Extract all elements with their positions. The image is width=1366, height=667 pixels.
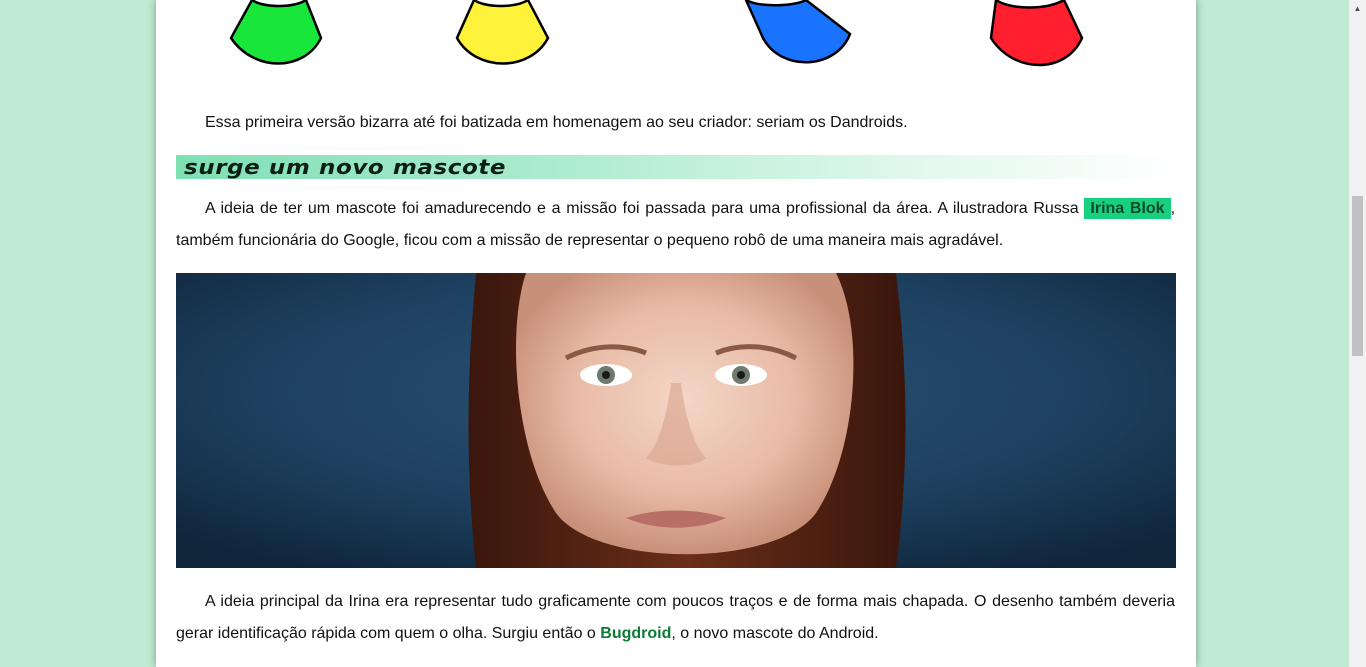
paragraph-bugdroid: A ideia principal da Irina era represent… [176,586,1175,650]
paragraph-irina-text-start: A ideia de ter um mascote foi amadurecen… [205,200,1085,217]
vertical-scrollbar[interactable]: ▲ [1349,0,1366,667]
paragraph-dandroids-text: Essa primeira versão bizarra até foi bat… [205,114,908,131]
paragraph-bugdroid-text-end: , o novo mascote do Android. [671,625,879,642]
yellow-dandroid-figure [455,0,550,65]
section-heading-bar: Surge um novo mascote [176,155,1176,179]
article-page: Essa primeira versão bizarra até foi bat… [156,0,1196,667]
red-dandroid-figure [989,0,1084,67]
irina-blok-highlight: Irina Blok [1084,198,1171,219]
irina-blok-photo [176,273,1176,568]
bugdroid-link[interactable]: Bugdroid [600,625,671,642]
dandroid-figures-image [156,0,1196,80]
section-heading-title: Surge um novo mascote [184,155,507,179]
paragraph-irina-blok: A ideia de ter um mascote foi amadurecen… [176,193,1175,257]
blue-dandroid-figure [744,0,852,64]
triangle-up-icon[interactable]: ▲ [1349,0,1366,17]
green-dandroid-figure [229,0,323,65]
paragraph-dandroids: Essa primeira versão bizarra até foi bat… [176,107,1175,139]
scrollbar-thumb[interactable] [1352,196,1363,356]
